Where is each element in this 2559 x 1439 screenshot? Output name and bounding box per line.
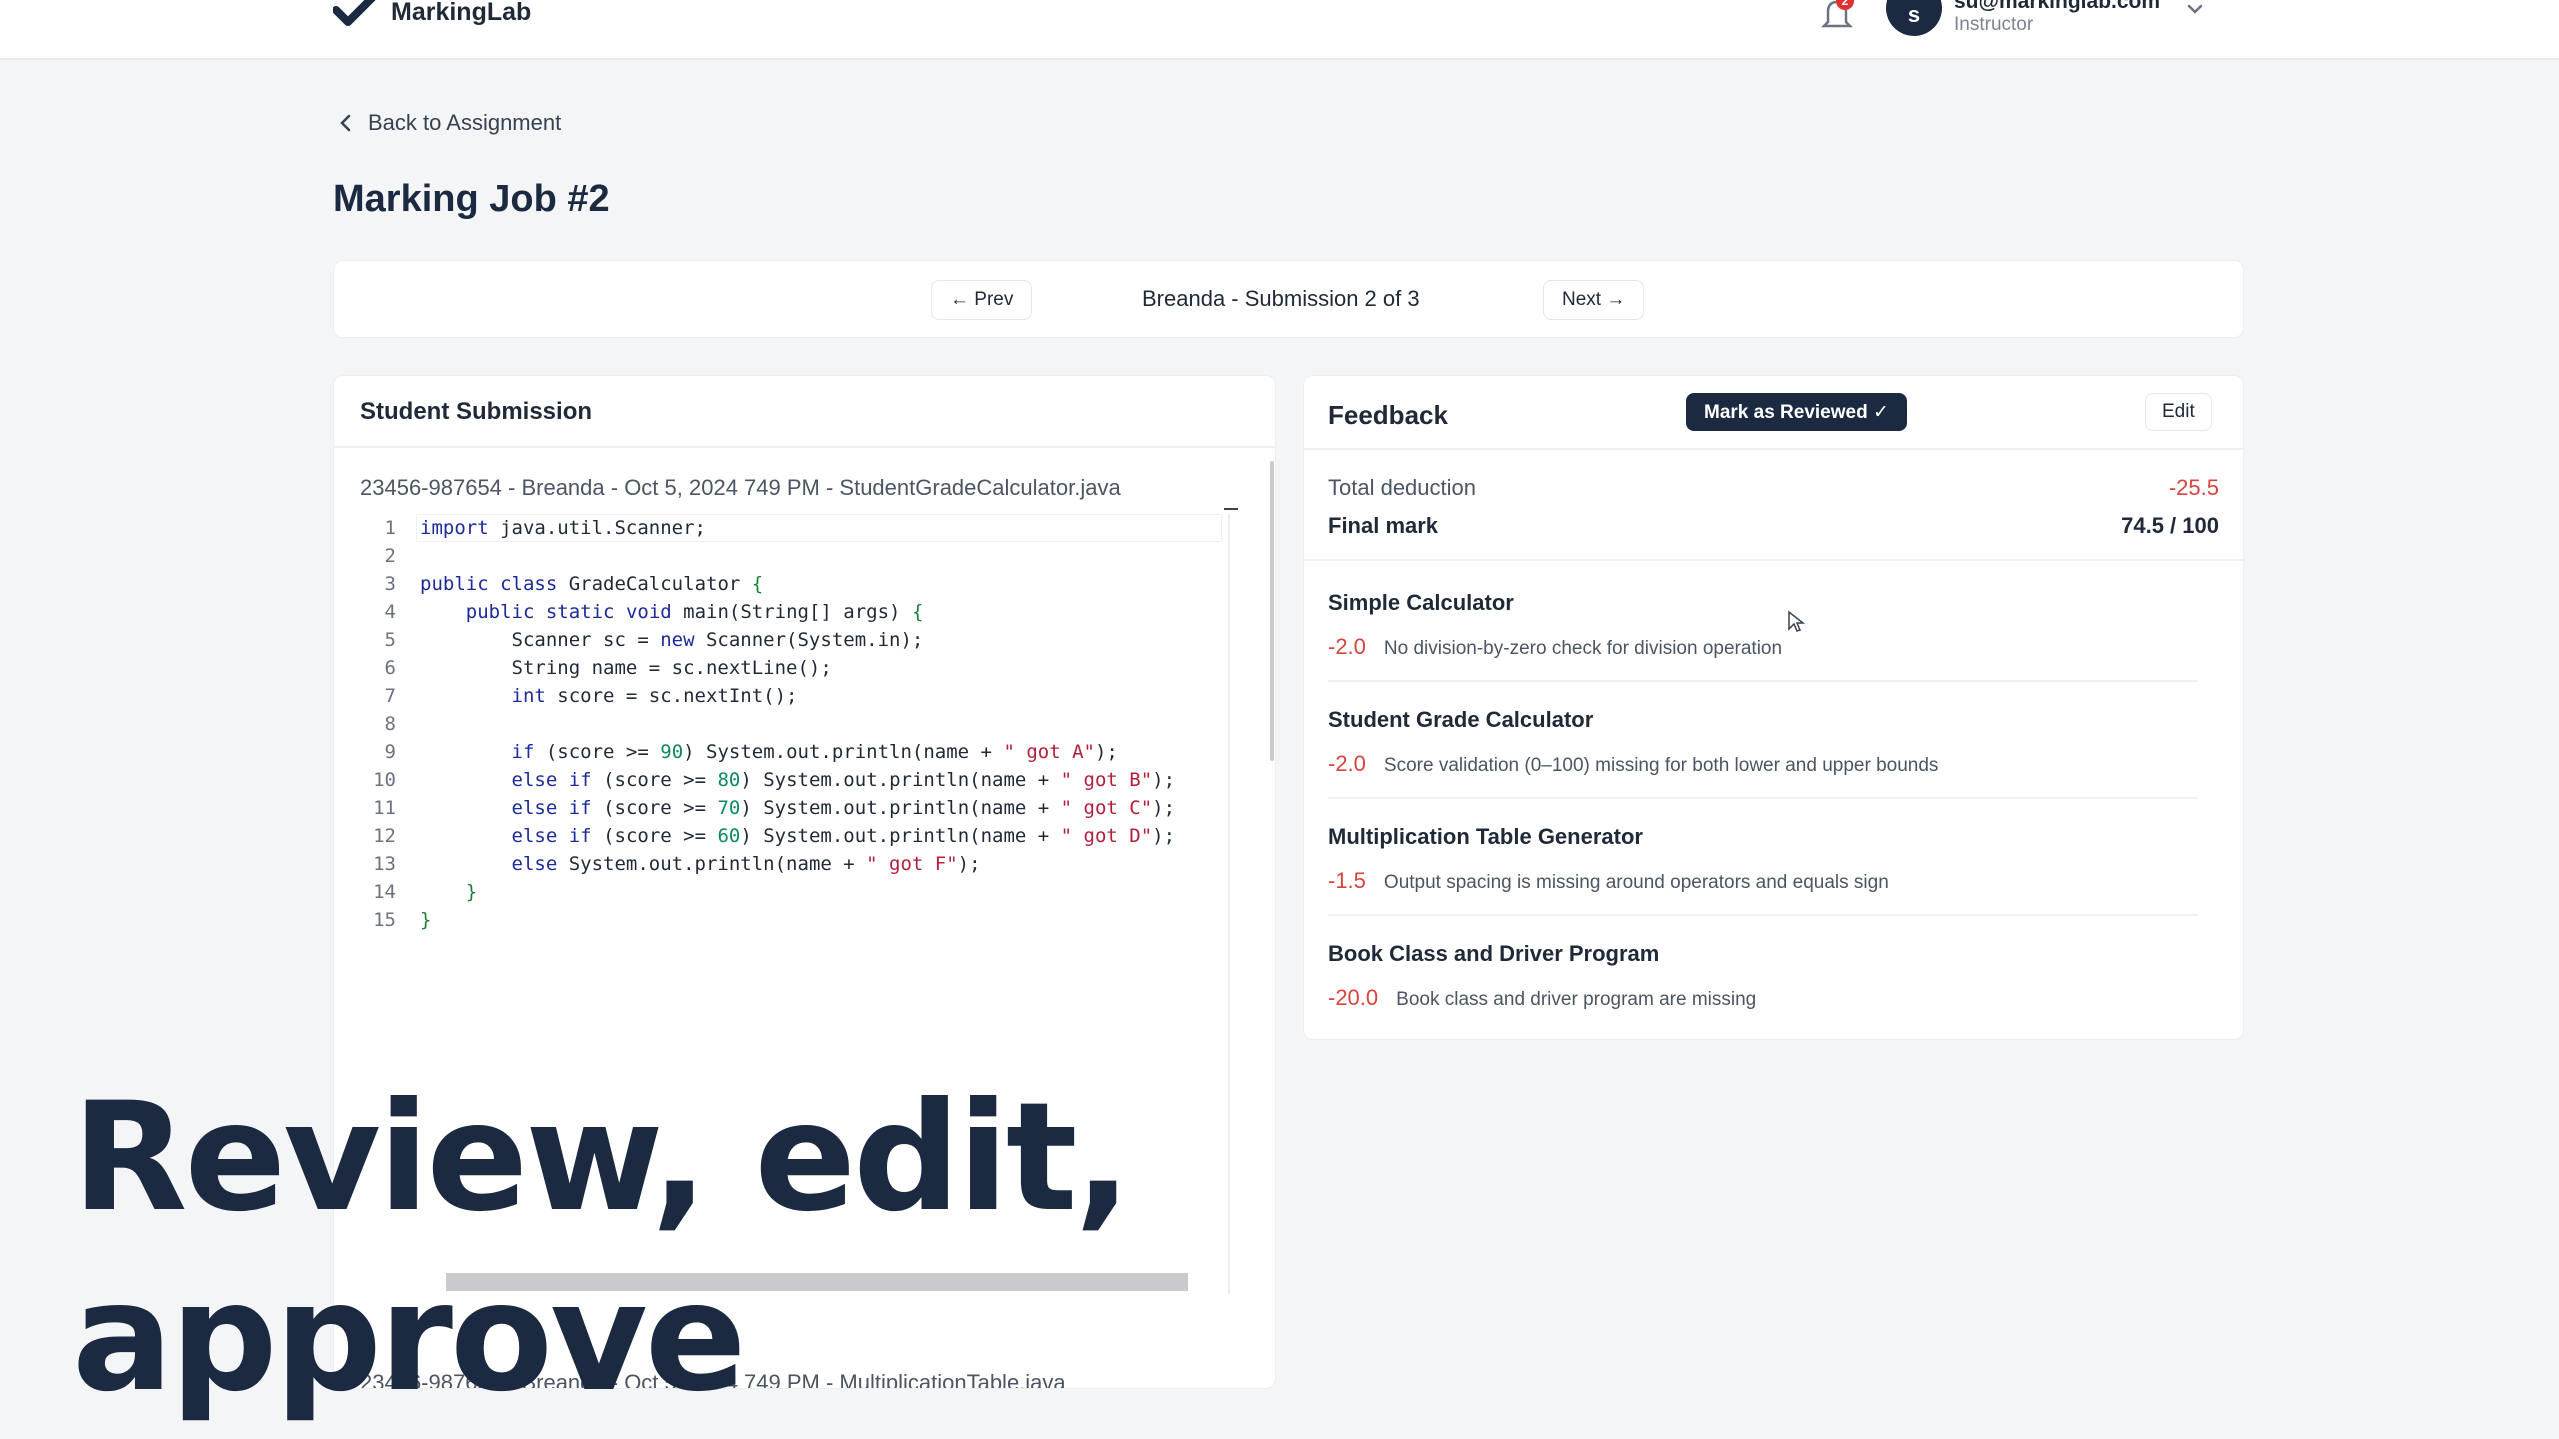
feedback-item-description: No division-by-zero check for division o… <box>1383 638 1783 659</box>
deduction-value: -1.5 <box>1328 868 1366 893</box>
line-number: 5 <box>384 629 396 651</box>
user-avatar[interactable]: s <box>1886 0 1942 36</box>
line-number: 9 <box>384 741 396 763</box>
mark-as-reviewed-button[interactable]: Mark as Reviewed ✓ <box>1686 393 1907 431</box>
code-line: 11 else if (score >= 70) System.out.prin… <box>360 794 1175 822</box>
divider <box>1328 680 2198 682</box>
chevron-left-icon <box>340 114 351 132</box>
divider <box>1304 559 2245 561</box>
divider <box>1328 914 2198 916</box>
brand-logo[interactable]: MarkingLab <box>333 0 531 30</box>
user-role: Instructor <box>1954 14 2034 35</box>
feedback-item-title: Simple Calculator <box>1328 590 1514 615</box>
feedback-item-title: Book Class and Driver Program <box>1328 941 1660 966</box>
submission-position-label: Breanda - Submission 2 of 3 <box>1142 286 1420 311</box>
feedback-item-description: Output spacing is missing around operato… <box>1383 872 1889 893</box>
line-number: 10 <box>373 769 396 791</box>
caption-line-1: Review, edit, <box>72 1071 1132 1245</box>
code-line: 14 } <box>360 878 477 906</box>
line-number: 11 <box>373 797 396 819</box>
code-line: 7 int score = sc.nextInt(); <box>360 682 798 710</box>
next-submission-button[interactable]: Next → <box>1543 280 1645 320</box>
prev-submission-button[interactable]: ← Prev <box>931 280 1033 320</box>
code-line: 6 String name = sc.nextLine(); <box>360 654 832 682</box>
code-line: 1 import java.util.Scanner; <box>360 514 706 542</box>
chevron-down-icon[interactable] <box>2186 2 2204 16</box>
code-line: 2 <box>360 542 420 570</box>
back-to-assignment-link[interactable]: Back to Assignment <box>338 110 561 136</box>
file-header: 23456-987654 - Breanda - Oct 5, 2024 749… <box>360 475 1121 500</box>
line-number: 1 <box>384 517 396 539</box>
minimap-marker <box>1224 508 1238 510</box>
feedback-item[interactable]: Book Class and Driver Program -20.0 Book… <box>1328 941 2198 1051</box>
total-deduction-value: -25.5 <box>2168 475 2219 500</box>
code-line: 3 public class GradeCalculator { <box>360 570 764 598</box>
code-line: 13 else System.out.println(name + " got … <box>360 850 980 878</box>
caption-overlay: Review, edit, approve <box>72 1068 1132 1428</box>
code-line: 12 else if (score >= 60) System.out.prin… <box>360 822 1175 850</box>
deduction-value: -2.0 <box>1328 634 1366 659</box>
app-name: MarkingLab <box>391 0 532 26</box>
line-number: 4 <box>384 601 396 623</box>
deduction-value: -2.0 <box>1328 751 1366 776</box>
line-number: 7 <box>384 685 396 707</box>
total-deduction-label: Total deduction <box>1328 475 1476 500</box>
divider <box>1328 797 2198 799</box>
code-line: 4 public static void main(String[] args)… <box>360 598 924 626</box>
back-link-label: Back to Assignment <box>368 110 562 135</box>
line-number: 13 <box>373 853 396 875</box>
submission-navigator: ← Prev Breanda - Submission 2 of 3 Next … <box>333 260 2244 338</box>
feedback-panel: Feedback Mark as Reviewed ✓ Edit Total d… <box>1303 375 2245 1040</box>
line-number: 8 <box>384 713 396 735</box>
feedback-panel-title: Feedback <box>1328 400 1448 430</box>
top-navbar: MarkingLab 2 s su@markinglab.com Instruc… <box>0 0 2559 60</box>
feedback-item-title: Multiplication Table Generator <box>1328 824 1643 849</box>
checkmark-logo-icon <box>333 0 376 26</box>
edit-button[interactable]: Edit <box>2145 393 2212 431</box>
line-number: 15 <box>373 909 396 931</box>
line-number: 12 <box>373 825 396 847</box>
user-email: su@markinglab.com <box>1954 0 2161 13</box>
feedback-item[interactable]: Simple Calculator -2.0 No division-by-ze… <box>1328 590 2198 700</box>
line-number: 6 <box>384 657 396 679</box>
line-number: 2 <box>384 545 396 567</box>
submission-panel-title: Student Submission <box>360 398 593 425</box>
mouse-cursor-icon <box>1788 610 1805 632</box>
line-number: 14 <box>373 881 396 903</box>
code-line: 8 <box>360 710 420 738</box>
divider <box>1304 448 2245 450</box>
page-title: Marking Job #2 <box>333 178 610 220</box>
code-line: 10 else if (score >= 80) System.out.prin… <box>360 766 1175 794</box>
final-mark-value: 74.5 / 100 <box>2121 513 2219 538</box>
vertical-scrollbar[interactable] <box>1270 461 1274 761</box>
feedback-item-description: Score validation (0–100) missing for bot… <box>1383 755 1939 776</box>
code-line: 5 Scanner sc = new Scanner(System.in); <box>360 626 924 654</box>
line-number: 3 <box>384 573 396 595</box>
feedback-item-title: Student Grade Calculator <box>1328 707 1594 732</box>
final-mark-label: Final mark <box>1328 513 1439 538</box>
feedback-item[interactable]: Student Grade Calculator -2.0 Score vali… <box>1328 707 2198 817</box>
caption-line-2: approve <box>72 1251 747 1425</box>
divider <box>334 446 1275 448</box>
deduction-value: -20.0 <box>1328 985 1379 1010</box>
code-line: 15} <box>360 906 431 934</box>
feedback-item[interactable]: Multiplication Table Generator -1.5 Outp… <box>1328 824 2198 934</box>
code-line: 9 if (score >= 90) System.out.println(na… <box>360 738 1118 766</box>
feedback-item-description: Book class and driver program are missin… <box>1396 989 1757 1010</box>
